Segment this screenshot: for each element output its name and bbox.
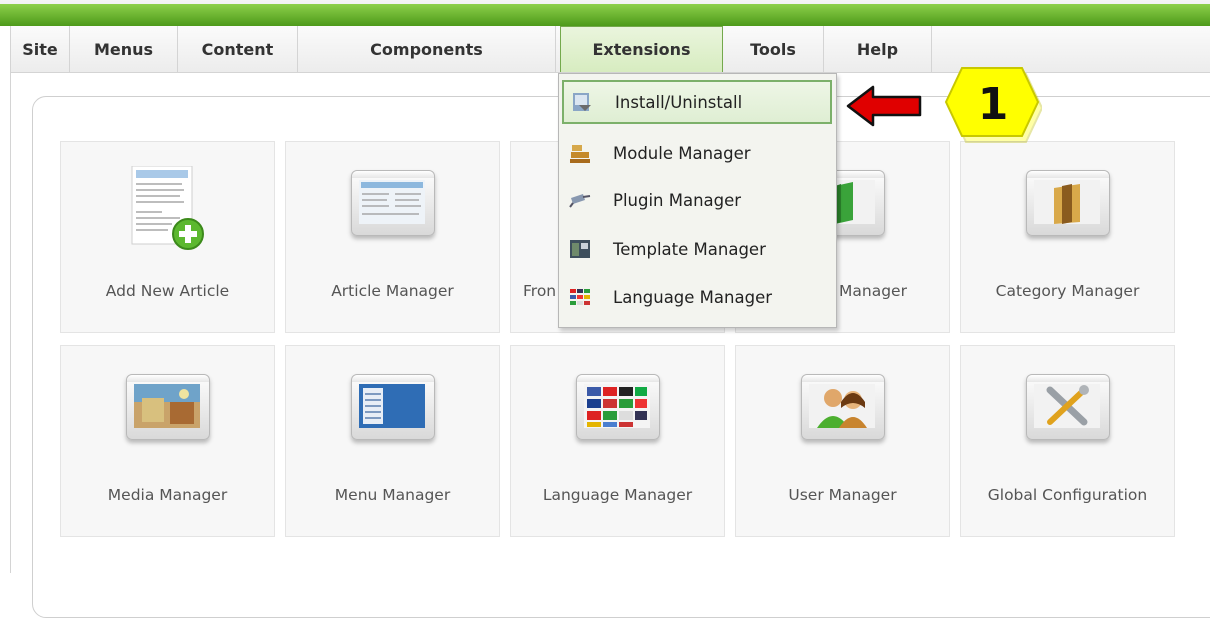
menu-manager-icon	[347, 370, 437, 442]
menu-item-template-manager[interactable]: Template Manager	[562, 227, 832, 271]
menu-menus[interactable]: Menus	[70, 26, 178, 72]
tile-user-manager[interactable]: User Manager	[735, 345, 950, 537]
menu-item-install-uninstall[interactable]: Install/Uninstall	[562, 80, 832, 124]
menu-content[interactable]: Content	[178, 26, 298, 72]
tile-label: Menu Manager	[334, 486, 451, 504]
green-header-bar	[0, 4, 1210, 26]
tile-label: Manager	[839, 282, 907, 300]
menu-item-label: Plugin Manager	[613, 190, 742, 210]
tile-label: Article Manager	[331, 282, 454, 300]
tile-language-manager[interactable]: Language Manager	[510, 345, 725, 537]
media-manager-icon	[122, 370, 212, 442]
red-arrow-icon	[846, 85, 922, 127]
tile-label: Add New Article	[105, 282, 230, 300]
menu-item-module-manager[interactable]: Module Manager	[562, 131, 832, 175]
menu-item-label: Template Manager	[613, 239, 766, 259]
tile-label: Category Manager	[995, 282, 1140, 300]
tile-label: User Manager	[788, 486, 897, 504]
plugin-icon	[569, 194, 591, 208]
global-configuration-icon	[1022, 370, 1112, 442]
extensions-dropdown-menu: Install/Uninstall Module Manager Plugin …	[558, 73, 837, 328]
category-manager-icon	[1022, 166, 1112, 238]
menu-item-label: Module Manager	[613, 143, 751, 163]
language-icon	[570, 289, 590, 305]
menu-tools[interactable]: Tools	[723, 26, 824, 72]
language-manager-icon	[572, 370, 662, 442]
menu-extensions[interactable]: Extensions	[560, 26, 723, 72]
template-icon	[570, 240, 590, 258]
tile-article-manager[interactable]: Article Manager	[285, 141, 500, 333]
menu-components[interactable]: Components	[298, 26, 556, 72]
menu-item-plugin-manager[interactable]: Plugin Manager	[562, 178, 832, 222]
article-manager-icon	[347, 166, 437, 238]
tile-category-manager[interactable]: Category Manager	[960, 141, 1175, 333]
menu-item-label: Install/Uninstall	[615, 92, 743, 112]
install-icon	[573, 93, 591, 111]
step-number: 1	[977, 78, 1009, 130]
left-border	[10, 72, 11, 573]
tile-label: Language Manager	[542, 486, 693, 504]
tile-label: Global Configuration	[987, 486, 1148, 504]
tile-media-manager[interactable]: Media Manager	[60, 345, 275, 537]
tile-add-new-article[interactable]: Add New Article	[60, 141, 275, 333]
menu-help[interactable]: Help	[824, 26, 932, 72]
tile-menu-manager[interactable]: Menu Manager	[285, 345, 500, 537]
menu-site[interactable]: Site	[11, 26, 70, 72]
module-icon	[570, 145, 590, 163]
user-manager-icon	[797, 370, 887, 442]
add-article-icon	[122, 165, 212, 250]
menu-item-label: Language Manager	[613, 287, 772, 307]
menu-item-language-manager[interactable]: Language Manager	[562, 275, 832, 319]
tile-global-configuration[interactable]: Global Configuration	[960, 345, 1175, 537]
tile-label: Media Manager	[107, 486, 228, 504]
